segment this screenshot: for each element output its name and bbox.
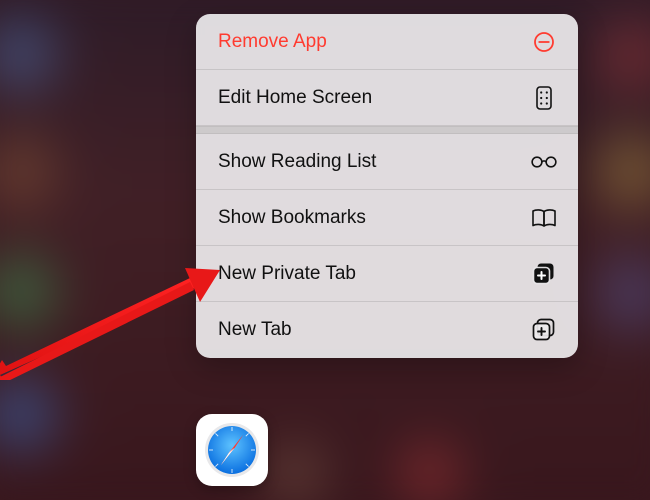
menu-item-label: Show Bookmarks <box>218 207 366 229</box>
menu-section-divider <box>196 126 578 134</box>
menu-item-edit-home-screen[interactable]: Edit Home Screen <box>196 70 578 126</box>
book-icon <box>530 208 558 228</box>
menu-item-label: Show Reading List <box>218 151 376 173</box>
safari-compass-icon <box>203 421 261 479</box>
menu-item-label: Edit Home Screen <box>218 87 372 109</box>
new-tab-icon <box>530 318 558 342</box>
menu-item-show-reading-list[interactable]: Show Reading List <box>196 134 578 190</box>
menu-item-label: New Private Tab <box>218 263 356 285</box>
menu-item-remove-app[interactable]: Remove App <box>196 14 578 70</box>
remove-minus-circle-icon <box>530 31 558 53</box>
context-menu: Remove App Edit Home Screen Show Reading… <box>196 14 578 358</box>
menu-item-show-bookmarks[interactable]: Show Bookmarks <box>196 190 578 246</box>
menu-item-label: New Tab <box>218 319 292 341</box>
new-private-tab-icon <box>530 262 558 286</box>
apps-grid-icon <box>530 86 558 110</box>
safari-app-icon[interactable] <box>196 414 268 486</box>
menu-item-new-tab[interactable]: New Tab <box>196 302 578 358</box>
reading-glasses-icon <box>530 154 558 170</box>
menu-item-new-private-tab[interactable]: New Private Tab <box>196 246 578 302</box>
menu-item-label: Remove App <box>218 31 327 53</box>
